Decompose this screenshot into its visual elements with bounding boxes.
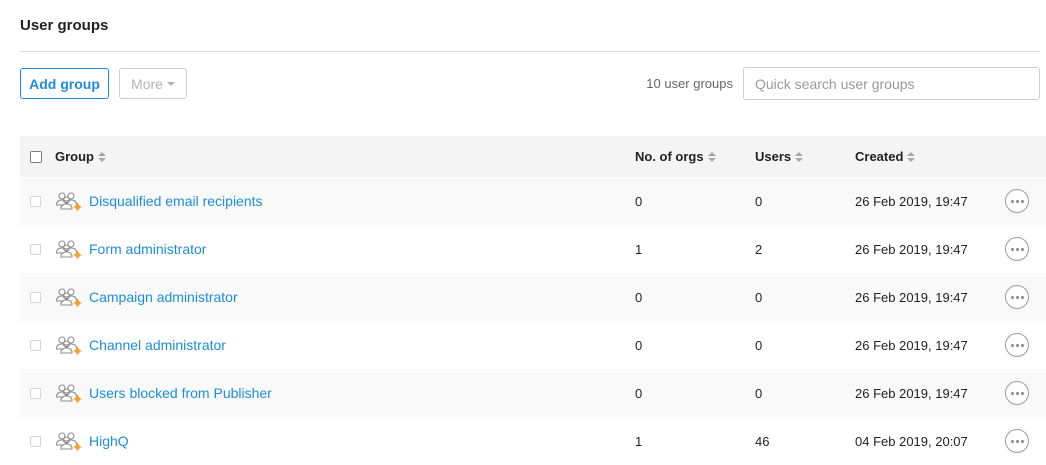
group-name-link[interactable]: HighQ xyxy=(89,433,129,449)
more-horizontal-icon[interactable] xyxy=(1005,333,1029,357)
group-name-link[interactable]: Users blocked from Publisher xyxy=(89,385,272,401)
search-input[interactable] xyxy=(743,67,1040,100)
sort-icon xyxy=(907,151,916,162)
user-group-gear-icon xyxy=(55,192,82,211)
table-row: Users blocked from Publisher 0 0 26 Feb … xyxy=(20,369,1046,417)
orgs-count: 0 xyxy=(635,337,643,353)
row-checkbox-cell xyxy=(30,273,41,321)
column-header-created[interactable]: Created xyxy=(855,136,916,177)
more-horizontal-icon[interactable] xyxy=(1005,381,1029,405)
more-label: More xyxy=(131,75,163,92)
table-row: HighQ 1 46 04 Feb 2019, 20:07 xyxy=(20,417,1046,465)
created-date: 26 Feb 2019, 19:47 xyxy=(855,289,968,305)
created-date: 26 Feb 2019, 19:47 xyxy=(855,241,968,257)
column-header-orgs[interactable]: No. of orgs xyxy=(635,136,716,177)
row-checkbox-cell xyxy=(30,417,41,465)
row-checkbox[interactable] xyxy=(30,195,41,207)
column-header-orgs-label: No. of orgs xyxy=(635,149,704,164)
users-count: 46 xyxy=(755,433,770,449)
table-body: Disqualified email recipients 0 0 26 Feb… xyxy=(20,177,1046,465)
user-group-gear-icon xyxy=(55,432,82,451)
select-all-checkbox[interactable] xyxy=(30,150,42,163)
orgs-count: 0 xyxy=(635,289,643,305)
table-row: Channel administrator 0 0 26 Feb 2019, 1… xyxy=(20,321,1046,369)
more-horizontal-icon[interactable] xyxy=(1005,285,1029,309)
more-horizontal-icon[interactable] xyxy=(1005,429,1029,453)
column-header-created-label: Created xyxy=(855,149,904,164)
created-date: 26 Feb 2019, 19:47 xyxy=(855,193,968,209)
sort-icon xyxy=(98,151,106,162)
row-checkbox-cell xyxy=(30,177,41,225)
row-checkbox[interactable] xyxy=(30,243,41,255)
sort-icon xyxy=(707,151,716,162)
column-header-group[interactable]: Group xyxy=(55,136,106,177)
user-group-gear-icon xyxy=(55,288,82,307)
group-name-link[interactable]: Campaign administrator xyxy=(89,289,238,305)
group-cell: Disqualified email recipients xyxy=(55,177,263,225)
row-menu-cell xyxy=(1005,369,1029,417)
users-count: 0 xyxy=(755,289,763,305)
orgs-count: 1 xyxy=(635,433,643,449)
row-menu-cell xyxy=(1005,177,1029,225)
column-header-users-label: Users xyxy=(755,149,792,164)
sort-icon xyxy=(795,151,804,162)
group-name-link[interactable]: Form administrator xyxy=(89,241,206,257)
row-checkbox-cell xyxy=(30,225,41,273)
table-row: Disqualified email recipients 0 0 26 Feb… xyxy=(20,177,1046,225)
row-checkbox[interactable] xyxy=(30,435,41,447)
more-horizontal-icon[interactable] xyxy=(1005,189,1029,213)
row-menu-cell xyxy=(1005,225,1029,273)
user-groups-page: User groups Add group More 10 user group… xyxy=(0,0,1046,463)
table-row: Form administrator 1 2 26 Feb 2019, 19:4… xyxy=(20,225,1046,273)
row-checkbox-cell xyxy=(30,321,41,369)
orgs-count: 1 xyxy=(635,241,643,257)
page-title: User groups xyxy=(20,17,109,34)
caret-down-icon xyxy=(166,81,175,86)
user-group-gear-icon xyxy=(55,336,82,355)
table-header: Group No. of orgs Users Created xyxy=(20,136,1046,177)
group-cell: Campaign administrator xyxy=(55,273,238,321)
user-group-gear-icon xyxy=(55,384,82,403)
column-header-group-label: Group xyxy=(55,149,94,164)
title-divider xyxy=(20,51,1040,52)
row-checkbox[interactable] xyxy=(30,339,41,351)
column-header-users[interactable]: Users xyxy=(755,136,804,177)
header-checkbox-cell xyxy=(30,136,42,177)
group-cell: Channel administrator xyxy=(55,321,226,369)
row-menu-cell xyxy=(1005,273,1029,321)
group-count: 10 user groups xyxy=(646,76,733,91)
add-group-label: Add group xyxy=(29,75,100,92)
row-checkbox[interactable] xyxy=(30,387,41,399)
add-group-button[interactable]: Add group xyxy=(20,68,109,99)
created-date: 26 Feb 2019, 19:47 xyxy=(855,385,968,401)
group-name-link[interactable]: Channel administrator xyxy=(89,337,226,353)
more-horizontal-icon[interactable] xyxy=(1005,237,1029,261)
row-menu-cell xyxy=(1005,321,1029,369)
group-cell: Users blocked from Publisher xyxy=(55,369,272,417)
row-checkbox-cell xyxy=(30,369,41,417)
group-name-link[interactable]: Disqualified email recipients xyxy=(89,193,263,209)
created-date: 04 Feb 2019, 20:07 xyxy=(855,433,968,449)
orgs-count: 0 xyxy=(635,385,643,401)
group-cell: HighQ xyxy=(55,417,129,465)
created-date: 26 Feb 2019, 19:47 xyxy=(855,337,968,353)
users-count: 0 xyxy=(755,385,763,401)
users-count: 0 xyxy=(755,193,763,209)
row-menu-cell xyxy=(1005,417,1029,465)
group-cell: Form administrator xyxy=(55,225,206,273)
row-checkbox[interactable] xyxy=(30,291,41,303)
users-count: 0 xyxy=(755,337,763,353)
more-dropdown-button[interactable]: More xyxy=(119,68,187,99)
users-count: 2 xyxy=(755,241,763,257)
user-groups-table: Group No. of orgs Users Created Disquali… xyxy=(20,136,1046,465)
table-row: Campaign administrator 0 0 26 Feb 2019, … xyxy=(20,273,1046,321)
user-group-gear-icon xyxy=(55,240,82,259)
orgs-count: 0 xyxy=(635,193,643,209)
